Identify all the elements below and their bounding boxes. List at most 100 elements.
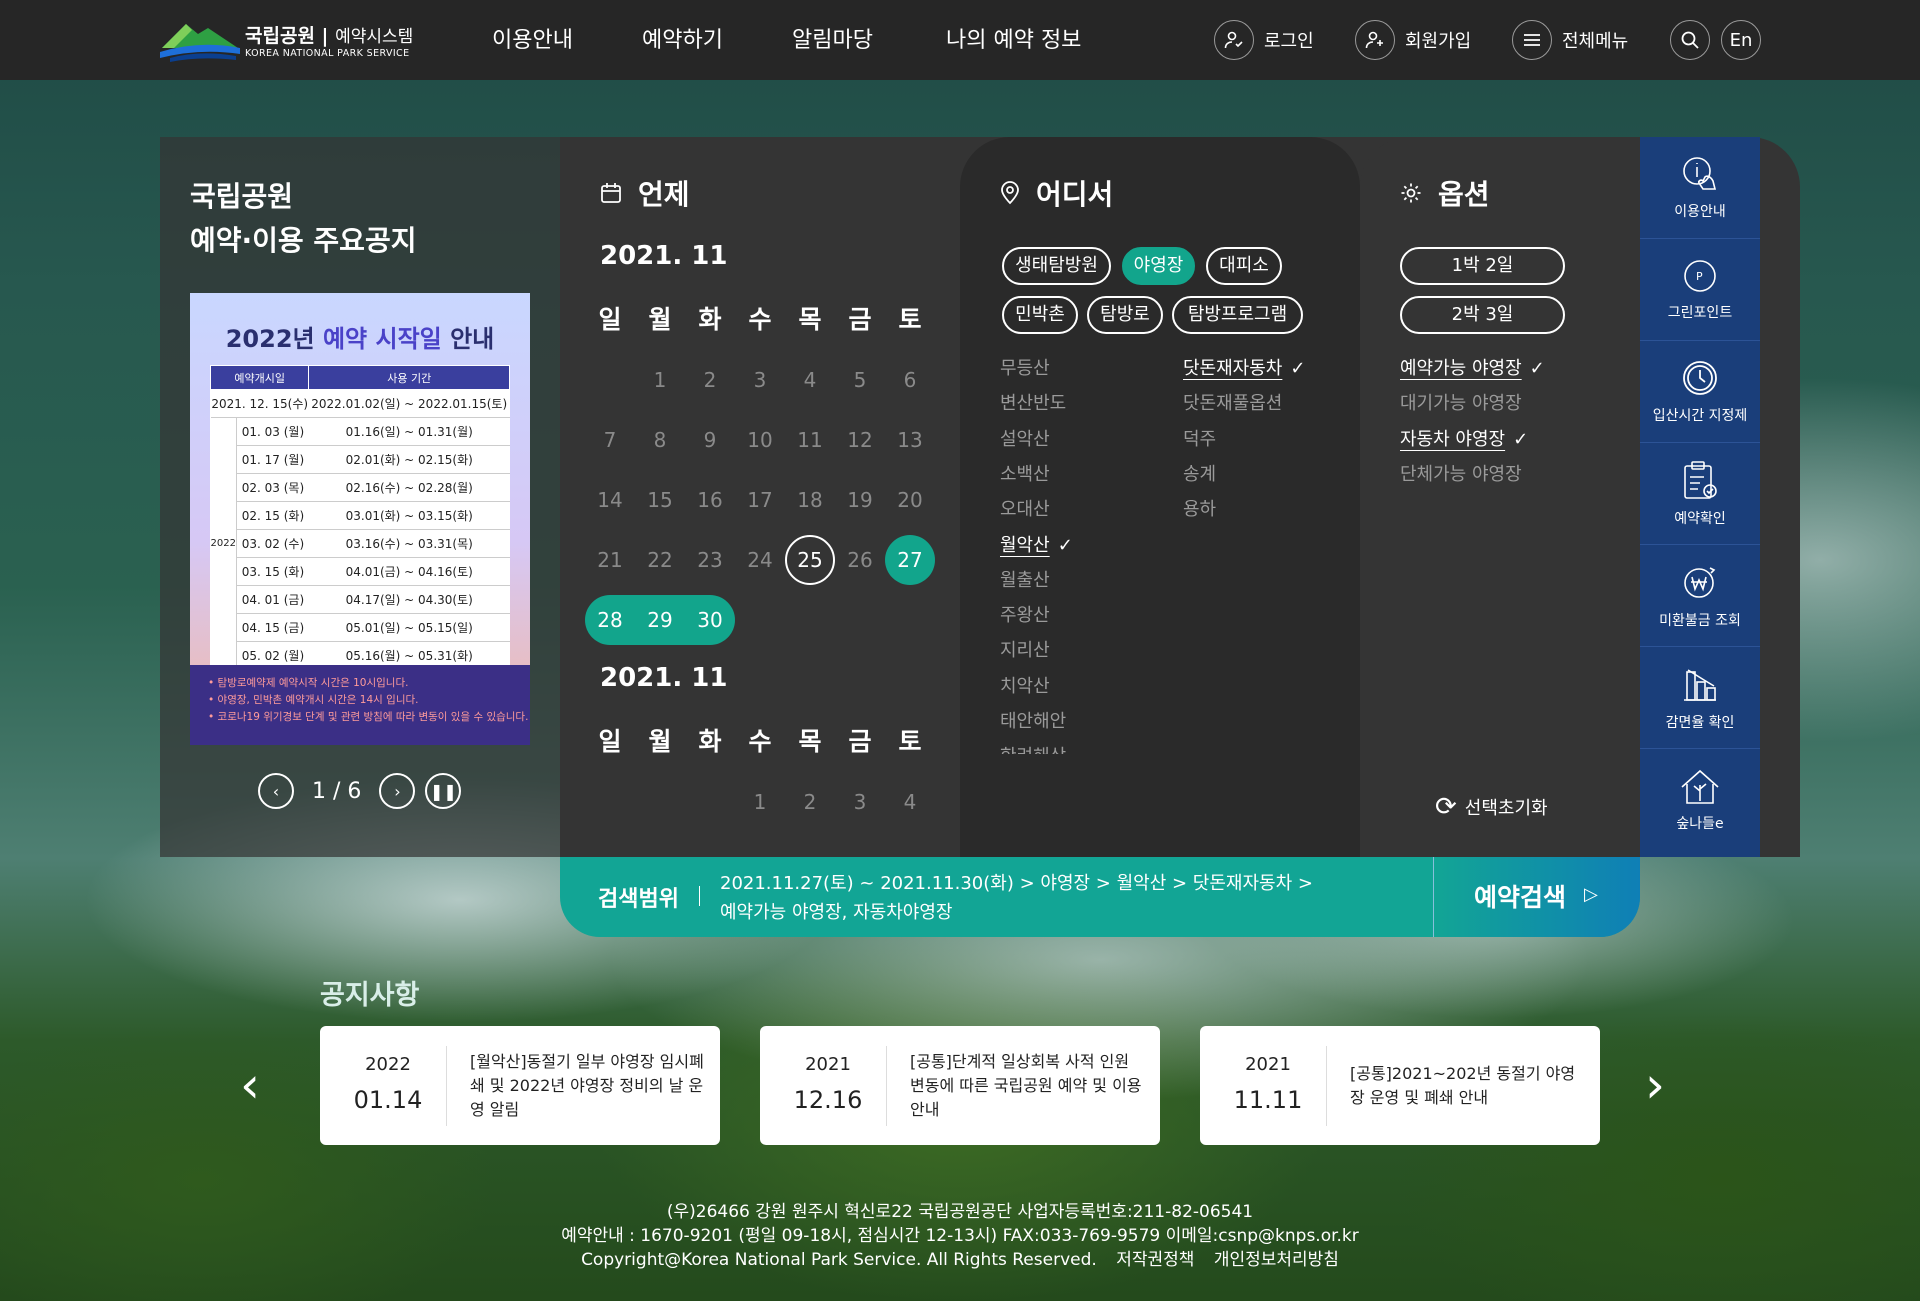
calendar-day[interactable]: 4: [885, 777, 935, 827]
month1-label: 2021. 11: [600, 241, 728, 271]
calendar-day[interactable]: 1: [635, 355, 685, 405]
site-logo[interactable]: 국립공원 | 예약시스템 KOREA NATIONAL PARK SERVICE: [160, 16, 422, 62]
divider: [886, 1046, 887, 1126]
nav-my-reservation[interactable]: 나의 예약 정보: [946, 22, 1081, 54]
option-filter[interactable]: 단체가능 야영장: [1400, 460, 1522, 486]
reset-selection-button[interactable]: ⟳ 선택초기화: [1435, 792, 1548, 822]
login-button[interactable]: 로그인: [1214, 20, 1314, 60]
chevron-right-icon: ›: [1645, 1056, 1665, 1114]
type-chip-shelter[interactable]: 대피소: [1206, 247, 1282, 285]
type-chip-campground[interactable]: 야영장: [1122, 247, 1195, 285]
calendar-day[interactable]: 15: [635, 475, 685, 525]
footer-privacy-link[interactable]: 개인정보처리방침: [1214, 1250, 1339, 1270]
type-chip-eco-center[interactable]: 생태탐방원: [1002, 247, 1111, 285]
park-item[interactable]: 변산반도: [1000, 389, 1066, 415]
language-button[interactable]: En: [1721, 20, 1761, 60]
calendar-day[interactable]: 29: [635, 595, 685, 645]
calendar-day[interactable]: 28: [585, 595, 635, 645]
park-item[interactable]: 월출산: [1000, 566, 1050, 592]
park-item[interactable]: 치악산: [1000, 672, 1050, 698]
calendar-day[interactable]: 24: [735, 535, 785, 585]
quick-discount-check[interactable]: 감면율 확인: [1640, 647, 1760, 749]
type-chip-program[interactable]: 탐방프로그램: [1172, 296, 1303, 334]
calendar-day[interactable]: 18: [785, 475, 835, 525]
quick-entry-time[interactable]: 입산시간 지정제: [1640, 341, 1760, 443]
campsite-item[interactable]: 덕주: [1183, 425, 1216, 451]
notice-card[interactable]: 2021 12.16 [공통]단계적 일상회복 사적 인원 변동에 따른 국립공…: [760, 1026, 1160, 1145]
park-item[interactable]: 지리산: [1000, 636, 1050, 662]
calendar-day[interactable]: 19: [835, 475, 885, 525]
park-item[interactable]: 오대산: [1000, 495, 1050, 521]
calendar-day[interactable]: 25: [785, 535, 835, 585]
stay-2n3d-chip[interactable]: 2박 3일: [1400, 296, 1565, 334]
calendar-day[interactable]: 7: [585, 415, 635, 465]
calendar-day[interactable]: 8: [635, 415, 685, 465]
park-item[interactable]: 무등산: [1000, 354, 1050, 380]
calendar-day[interactable]: 4: [785, 355, 835, 405]
calendar-day[interactable]: 20: [885, 475, 935, 525]
nav-notice-board[interactable]: 알림마당: [792, 22, 873, 54]
option-filter[interactable]: 예약가능 야영장 ✓: [1400, 354, 1545, 380]
quick-usage-guide[interactable]: 이용안내: [1640, 137, 1760, 239]
type-chip-minbak[interactable]: 민박촌: [1002, 296, 1078, 334]
quick-reservation-check[interactable]: 예약확인: [1640, 443, 1760, 545]
stay-1n2d-chip[interactable]: 1박 2일: [1400, 247, 1565, 285]
quick-forest-trip[interactable]: 숲나들e: [1640, 749, 1760, 851]
calendar-day[interactable]: 22: [635, 535, 685, 585]
poster-title-a: 2022년: [225, 325, 323, 353]
footer-copyright-policy-link[interactable]: 저작권정책: [1116, 1250, 1194, 1270]
calendar-day[interactable]: 23: [685, 535, 735, 585]
campsite-item[interactable]: 송계: [1183, 460, 1216, 486]
calendar-day[interactable]: 3: [735, 355, 785, 405]
notice-poster[interactable]: 2022년 예약 시작일 안내 예약개시일 사용 기간 2021. 12. 15…: [190, 293, 530, 745]
week-row: 14 15 16 17 18 19 20: [585, 470, 945, 530]
quick-green-point[interactable]: P 그린포인트: [1640, 239, 1760, 341]
calendar-day[interactable]: 16: [685, 475, 735, 525]
calendar-day[interactable]: 1: [735, 777, 785, 827]
park-item[interactable]: 주왕산: [1000, 601, 1050, 627]
park-item[interactable]: 소백산: [1000, 460, 1050, 486]
campsite-item[interactable]: 용하: [1183, 495, 1216, 521]
calendar-day[interactable]: 2: [785, 777, 835, 827]
type-chip-trail[interactable]: 탐방로: [1087, 296, 1163, 334]
clipboard-check-icon: [1684, 460, 1717, 499]
park-item[interactable]: 설악산: [1000, 425, 1050, 451]
prev-slide-button[interactable]: ‹: [258, 773, 294, 809]
park-item[interactable]: 태안해안: [1000, 707, 1066, 733]
reservation-search-button[interactable]: 예약검색 ▷: [1433, 857, 1640, 937]
calendar-day[interactable]: 9: [685, 415, 735, 465]
calendar-day[interactable]: 10: [735, 415, 785, 465]
calendar-day[interactable]: 3: [835, 777, 885, 827]
calendar-day[interactable]: 30: [685, 595, 735, 645]
calendar-day[interactable]: 14: [585, 475, 635, 525]
poster-cell: 01. 03 (월): [236, 417, 309, 446]
option-filter[interactable]: 자동차 야영장 ✓: [1400, 425, 1528, 451]
option-filter[interactable]: 대기가능 야영장: [1400, 389, 1522, 415]
notices-next-button[interactable]: ›: [1645, 1060, 1665, 1110]
calendar-day[interactable]: 5: [835, 355, 885, 405]
next-slide-button[interactable]: ›: [379, 773, 416, 809]
calendar-day[interactable]: 21: [585, 535, 635, 585]
notices-prev-button[interactable]: ‹: [240, 1060, 260, 1110]
quick-refund-lookup[interactable]: 미환불금 조회: [1640, 545, 1760, 647]
campsite-item[interactable]: 닷돈재자동차 ✓: [1183, 354, 1305, 380]
campsite-item[interactable]: 닷돈재풀옵션: [1183, 389, 1282, 415]
search-button[interactable]: [1670, 20, 1710, 60]
signup-button[interactable]: 회원가입: [1355, 20, 1471, 60]
nav-usage-guide[interactable]: 이용안내: [492, 22, 573, 54]
nav-reserve[interactable]: 예약하기: [642, 22, 723, 54]
calendar-day[interactable]: 17: [735, 475, 785, 525]
notice-card[interactable]: 2021 11.11 [공통]2021~202년 동절기 야영장 운영 및 폐쇄…: [1200, 1026, 1600, 1145]
calendar-day[interactable]: 2: [685, 355, 735, 405]
notice-card[interactable]: 2022 01.14 [월악산]동절기 일부 야영장 임시폐쇄 및 2022년 …: [320, 1026, 720, 1145]
calendar-day[interactable]: 11: [785, 415, 835, 465]
park-item[interactable]: 월악산 ✓: [1000, 531, 1073, 557]
all-menu-label: 전체메뉴: [1562, 31, 1629, 52]
calendar-day[interactable]: 27: [885, 535, 935, 585]
calendar-day[interactable]: 12: [835, 415, 885, 465]
calendar-day[interactable]: 6: [885, 355, 935, 405]
pause-slide-button[interactable]: ❚❚: [425, 773, 462, 809]
all-menu-button[interactable]: 전체메뉴: [1512, 20, 1628, 60]
calendar-day[interactable]: 26: [835, 535, 885, 585]
calendar-day[interactable]: 13: [885, 415, 935, 465]
